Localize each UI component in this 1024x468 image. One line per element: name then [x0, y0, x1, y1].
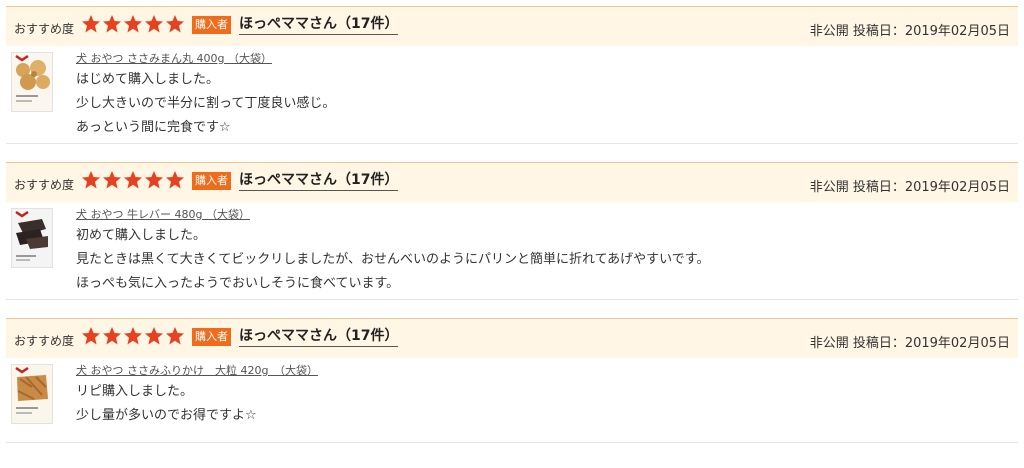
- product-link[interactable]: 犬 おやつ ささみふりかけ 大粒 420g （大袋）: [76, 362, 318, 378]
- treats-bag-thumbnail-icon: [12, 53, 52, 111]
- product-thumbnail[interactable]: [11, 364, 53, 424]
- product-thumbnail[interactable]: [11, 52, 53, 112]
- star-icon: [165, 170, 185, 190]
- post-date: 非公開 投稿日：2019年02月05日: [809, 24, 1010, 39]
- star-icon: [81, 14, 101, 34]
- liver-bag-thumbnail-icon: [12, 209, 52, 267]
- star-icon: [144, 326, 164, 346]
- review-divider: [6, 143, 1018, 144]
- star-icon: [144, 14, 164, 34]
- star-icon: [123, 326, 143, 346]
- star-rating: [81, 170, 186, 192]
- buyer-badge: 購入者: [192, 16, 231, 34]
- reviewer-name-link[interactable]: ほっぺママさん（17件）: [239, 325, 399, 347]
- recommendation-label: おすすめ度: [14, 178, 75, 192]
- comment-line: ほっぺも気に入ったようでおいしそうに食べています。: [76, 276, 400, 291]
- review-item: おすすめ度 購入者 ほっぺママさん（17件） 非公開 投稿日：2019年02月0…: [6, 162, 1018, 312]
- star-rating: [81, 14, 186, 36]
- star-icon: [123, 170, 143, 190]
- comment-line: あっという間に完食です☆: [76, 120, 231, 135]
- comment-line: はじめて購入しました。: [76, 72, 220, 87]
- review-divider: [6, 299, 1018, 300]
- furikake-bag-thumbnail-icon: [12, 365, 52, 423]
- product-link[interactable]: 犬 おやつ ささみまん丸 400g （大袋）: [76, 50, 272, 66]
- comment-line: 初めて購入しました。: [76, 228, 207, 243]
- review-header: おすすめ度 購入者 ほっぺママさん（17件） 非公開 投稿日：2019年02月0…: [6, 162, 1018, 202]
- star-icon: [81, 170, 101, 190]
- comment-line: 見たときは黒くて大きくてビックリしましたが、おせんべいのようにパリンと簡単に折れ…: [76, 252, 710, 267]
- review-header: おすすめ度 購入者 ほっぺママさん（17件） 非公開 投稿日：2019年02月0…: [6, 318, 1018, 358]
- star-icon: [123, 14, 143, 34]
- review-item: おすすめ度 購入者 ほっぺママさん（17件） 非公開 投稿日：2019年02月0…: [6, 6, 1018, 156]
- buyer-badge: 購入者: [192, 328, 231, 346]
- star-rating: [81, 326, 186, 348]
- post-date: 非公開 投稿日：2019年02月05日: [809, 336, 1010, 351]
- product-thumbnail[interactable]: [11, 208, 53, 268]
- star-icon: [165, 14, 185, 34]
- reviewer-name-link[interactable]: ほっぺママさん（17件）: [239, 169, 399, 191]
- review-comment: 初めて購入しました。 見たときは黒くて大きくてビックリしましたが、おせんべいのよ…: [76, 224, 710, 296]
- comment-line: 少し大きいので半分に割って丁度良い感じ。: [76, 96, 336, 111]
- star-icon: [102, 326, 122, 346]
- star-icon: [81, 326, 101, 346]
- comment-line: リピ購入しました。: [76, 384, 194, 399]
- review-divider: [6, 442, 1018, 443]
- review-comment: はじめて購入しました。 少し大きいので半分に割って丁度良い感じ。 あっという間に…: [76, 68, 335, 140]
- star-icon: [102, 14, 122, 34]
- recommendation-label: おすすめ度: [14, 334, 75, 348]
- review-header: おすすめ度 購入者 ほっぺママさん（17件） 非公開 投稿日：2019年02月0…: [6, 6, 1018, 46]
- comment-line: 少し量が多いのでお得ですよ☆: [76, 408, 257, 423]
- star-icon: [165, 326, 185, 346]
- recommendation-label: おすすめ度: [14, 22, 75, 36]
- review-item: おすすめ度 購入者 ほっぺママさん（17件） 非公開 投稿日：2019年02月0…: [6, 318, 1018, 468]
- star-icon: [102, 170, 122, 190]
- star-icon: [144, 170, 164, 190]
- reviewer-name-link[interactable]: ほっぺママさん（17件）: [239, 13, 399, 35]
- product-link[interactable]: 犬 おやつ 牛レバー 480g （大袋）: [76, 206, 250, 222]
- buyer-badge: 購入者: [192, 172, 231, 190]
- post-date: 非公開 投稿日：2019年02月05日: [809, 180, 1010, 195]
- review-comment: リピ購入しました。 少し量が多いのでお得ですよ☆: [76, 380, 257, 428]
